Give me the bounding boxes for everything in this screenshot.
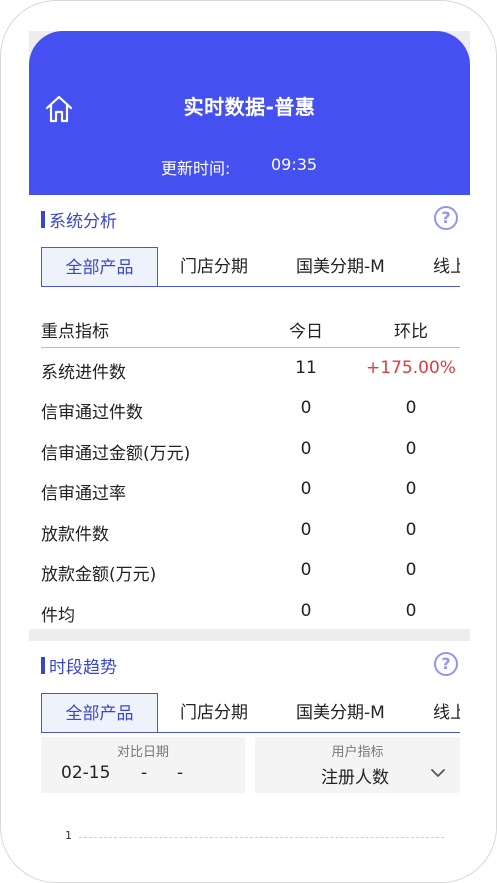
table-row: 放款金额(万元) 0 0 [41,550,460,591]
metric-today: 0 [300,560,312,580]
trend-chart: 1 [59,827,449,867]
col-metric: 重点指标 [41,322,109,342]
tab-gome-installment-m[interactable]: 国美分期-M [296,247,385,286]
metric-ratio: 0 [405,479,417,499]
period-trend-card: 时段趋势 ? 全部产品 门店分期 国美分期-M 线上 对比日期 02-15 - … [29,641,470,882]
compare-date-value: 02-15 [61,763,111,783]
metric-name: 放款金额(万元) [41,565,157,585]
compare-date-picker[interactable]: 对比日期 02-15 - - [41,737,245,793]
tab-all-products[interactable]: 全部产品 [41,247,158,286]
metrics-table: 重点指标 今日 环比 系统进件数 11 +175.00% 信审通过件数 0 0 … [41,307,460,631]
metric-ratio: 0 [405,560,417,580]
chart-gridline [79,837,444,838]
metric-ratio: 0 [405,398,417,418]
metric-today: 0 [300,479,312,499]
update-time-value: 09:35 [271,155,318,174]
tab-store-installment[interactable]: 门店分期 [180,247,248,286]
header: 实时数据-普惠 更新时间: 09:35 [29,31,470,195]
section-marker [41,211,45,228]
tab-store-installment[interactable]: 门店分期 [180,693,248,732]
chart-tick-label: 1 [65,829,72,842]
compare-date-separator: - [141,763,148,783]
table-header: 重点指标 今日 环比 [41,307,460,348]
section-marker [41,657,45,674]
metric-name: 件均 [41,605,75,626]
tab-gome-installment-m[interactable]: 国美分期-M [296,693,385,732]
metric-ratio: 0 [405,438,417,459]
col-today: 今日 [289,322,323,342]
app-screen: 实时数据-普惠 更新时间: 09:35 系统分析 ? 全部产品 门店分期 国美分… [29,31,470,882]
section-title-text: 时段趋势 [49,658,117,678]
user-metric-value: 注册人数 [321,768,389,788]
page-title: 实时数据-普惠 [183,95,316,119]
compare-date-separator: - [177,763,184,783]
metric-today: 0 [300,398,312,418]
metric-name: 信审通过金额(万元) [41,443,191,464]
tab-online[interactable]: 线上 [433,247,460,286]
metric-ratio: 0 [405,519,417,540]
trend-filters: 对比日期 02-15 - - 用户指标 注册人数 [41,737,460,793]
metric-today: 11 [295,357,317,378]
chevron-down-icon [431,769,445,777]
section-title-text: 系统分析 [49,212,117,232]
device-frame: 实时数据-普惠 更新时间: 09:35 系统分析 ? 全部产品 门店分期 国美分… [0,0,497,883]
metric-name: 信审通过率 [41,484,126,504]
section-title-system-analysis: 系统分析 [41,207,117,232]
table-row: 信审通过金额(万元) 0 0 [41,429,460,470]
metric-today: 0 [300,519,312,540]
metric-name: 信审通过件数 [41,403,143,423]
metric-today: 0 [300,600,312,621]
metric-name: 放款件数 [41,524,109,545]
table-row: 放款件数 0 0 [41,510,460,551]
help-icon[interactable]: ? [434,652,458,676]
col-ratio: 环比 [394,322,428,342]
metric-ratio: +175.00% [366,357,456,378]
compare-date-label: 对比日期 [116,745,169,760]
metric-name: 系统进件数 [41,362,126,383]
user-metric-select[interactable]: 用户指标 注册人数 [255,737,460,793]
system-analysis-card: 系统分析 ? 全部产品 门店分期 国美分期-M 线上 重点指标 今日 环比 系统… [29,195,470,629]
product-tabs: 全部产品 门店分期 国美分期-M 线上 [41,247,460,287]
user-metric-label: 用户指标 [331,745,384,760]
section-title-period-trend: 时段趋势 [41,653,117,678]
tab-all-products[interactable]: 全部产品 [41,693,158,732]
help-icon[interactable]: ? [434,206,458,230]
table-row: 信审通过率 0 0 [41,469,460,510]
product-tabs: 全部产品 门店分期 国美分期-M 线上 [41,693,460,733]
table-row: 件均 0 0 [41,591,460,632]
metric-today: 0 [300,438,312,459]
update-time-label: 更新时间: [161,159,231,178]
metric-ratio: 0 [405,600,417,621]
table-row: 信审通过件数 0 0 [41,388,460,429]
table-row: 系统进件数 11 +175.00% [41,348,460,389]
tab-online[interactable]: 线上 [433,693,460,732]
